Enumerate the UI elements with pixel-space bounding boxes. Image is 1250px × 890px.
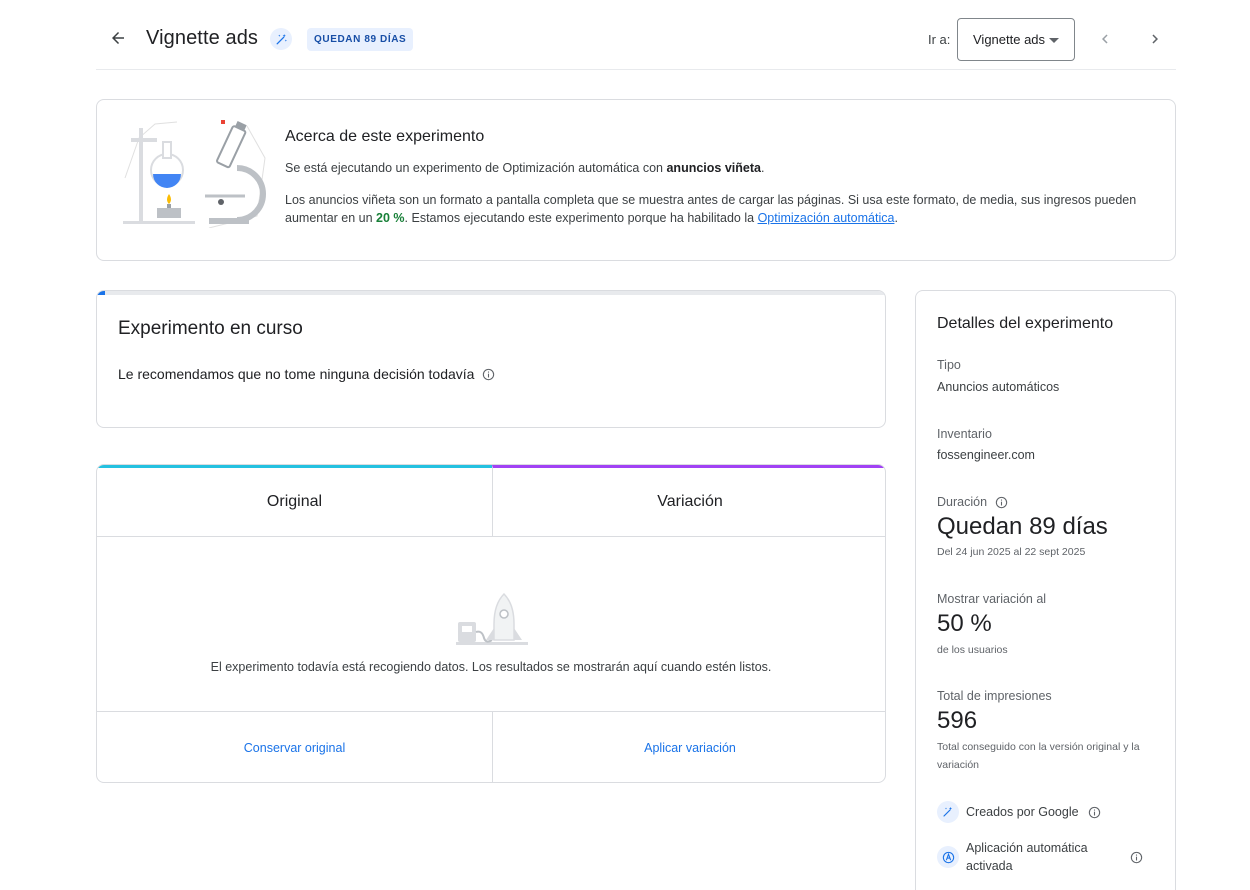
duration-range: Del 24 jun 2025 al 22 sept 2025 xyxy=(937,546,1086,558)
status-recommendation-text: Le recomendamos que no tome ninguna deci… xyxy=(118,366,475,382)
show-variation-value: 50 % xyxy=(937,610,992,637)
auto-optimization-link[interactable]: Optimización automática xyxy=(758,211,895,225)
info-icon[interactable] xyxy=(482,368,495,381)
impressions-value: 596 xyxy=(937,707,978,734)
magic-wand-badge xyxy=(937,801,959,823)
duration-label-text: Duración xyxy=(937,495,988,509)
about-description: Los anuncios viñeta son un formato a pan… xyxy=(285,191,1145,227)
duration-value: Quedan 89 días xyxy=(937,513,1108,540)
dropdown-caret-icon xyxy=(1049,38,1059,43)
auto-apply-badge xyxy=(937,846,959,868)
collecting-data-message: El experimento todavía está recogiendo d… xyxy=(210,660,772,674)
about-description-end: . xyxy=(894,211,898,225)
variation-column-header: Variación xyxy=(492,465,885,537)
goto-select[interactable]: Vignette ads xyxy=(957,18,1075,61)
goto-select-value: Vignette ads xyxy=(973,32,1046,47)
info-icon[interactable] xyxy=(995,496,1008,509)
lab-illustration-icon xyxy=(123,120,266,228)
page-title: Vignette ads xyxy=(146,27,259,49)
goto-label: Ir a: xyxy=(928,32,951,47)
inventory-label: Inventario xyxy=(937,427,992,441)
comparison-results-area: El experimento todavía está recogiendo d… xyxy=(97,537,885,712)
about-summary-suffix: . xyxy=(760,161,765,175)
about-experiment-card: Acerca de este experimento Se está ejecu… xyxy=(96,99,1176,261)
about-summary-prefix: Se está ejecutando un experimento de Opt… xyxy=(285,161,667,175)
status-title: Experimento en curso xyxy=(118,318,303,339)
experiment-details-panel: Detalles del experimento Tipo Anuncios a… xyxy=(915,290,1176,890)
page-header: Vignette ads QUEDAN 89 DÍAS Ir a: Vignet… xyxy=(96,0,1176,70)
next-button[interactable] xyxy=(1141,25,1169,53)
keep-original-button[interactable]: Conservar original xyxy=(97,712,492,782)
info-icon[interactable] xyxy=(1088,806,1101,819)
type-label: Tipo xyxy=(937,358,961,372)
arrow-back-icon xyxy=(112,32,124,44)
experiment-progress-bar xyxy=(97,291,885,295)
magic-wand-icon xyxy=(276,33,287,44)
chevron-left-icon xyxy=(1102,34,1108,44)
rocket-launch-icon xyxy=(456,592,528,645)
created-by-google-label: Creados por Google xyxy=(966,805,1079,819)
chevron-right-icon xyxy=(1152,34,1158,44)
experiment-progress-fill xyxy=(97,291,105,295)
magic-wand-badge xyxy=(270,28,292,50)
type-value: Anuncios automáticos xyxy=(937,380,1060,394)
revenue-increase-percent: 20 % xyxy=(376,211,405,225)
original-column-header: Original xyxy=(97,465,492,537)
days-remaining-chip: QUEDAN 89 DÍAS xyxy=(307,28,414,51)
magic-wand-icon xyxy=(943,807,952,817)
about-summary-format: anuncios viñeta xyxy=(666,161,761,175)
info-icon[interactable] xyxy=(1130,851,1143,864)
about-description-part2: . Estamos ejecutando este experimento po… xyxy=(404,211,758,225)
show-variation-sub: de los usuarios xyxy=(937,644,1008,656)
impressions-label: Total de impresiones xyxy=(937,689,1052,703)
auto-apply-icon xyxy=(942,851,954,863)
apply-variation-button[interactable]: Aplicar variación xyxy=(492,712,885,782)
created-by-google-feature: Creados por Google xyxy=(937,801,1101,823)
show-variation-label: Mostrar variación al xyxy=(937,592,1047,606)
details-title: Detalles del experimento xyxy=(937,315,1114,332)
status-recommendation: Le recomendamos que no tome ninguna deci… xyxy=(118,366,495,382)
inventory-value: fossengineer.com xyxy=(937,448,1035,462)
duration-label: Duración xyxy=(937,495,1008,509)
experiment-status-card: Experimento en curso Le recomendamos que… xyxy=(96,290,886,428)
impressions-sub: Total conseguido con la versión original… xyxy=(937,741,1140,771)
previous-button[interactable] xyxy=(1091,25,1119,53)
about-summary: Se está ejecutando un experimento de Opt… xyxy=(285,161,764,175)
back-button[interactable] xyxy=(104,24,132,52)
comparison-card: Original Variación El experimento todaví… xyxy=(96,464,886,783)
auto-apply-label: Aplicación automática activada xyxy=(966,841,1088,873)
about-title: Acerca de este experimento xyxy=(285,128,485,145)
auto-apply-feature: Aplicación automática activada xyxy=(937,839,1157,875)
